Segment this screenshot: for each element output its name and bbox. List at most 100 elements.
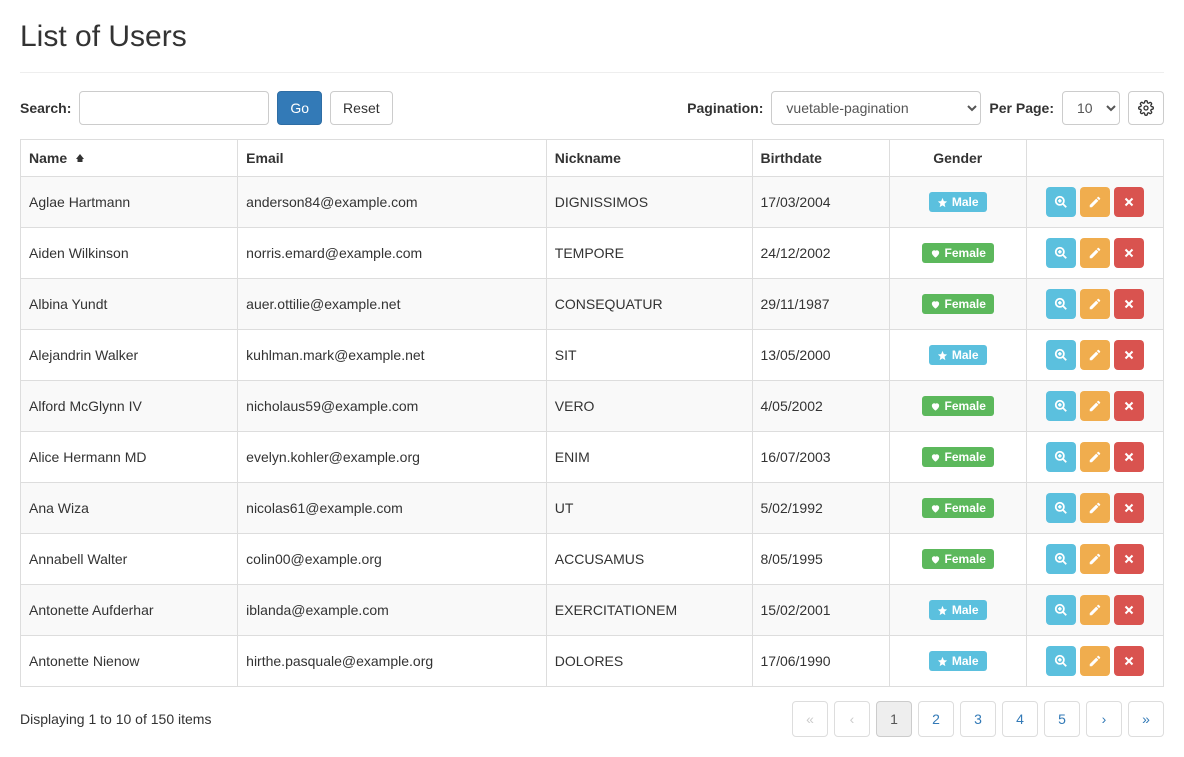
zoom-in-icon	[1054, 450, 1068, 464]
table-row: Alejandrin Walkerkuhlman.mark@example.ne…	[21, 330, 1164, 381]
cell-name: Aiden Wilkinson	[21, 228, 238, 279]
edit-button[interactable]	[1080, 544, 1110, 574]
close-icon	[1123, 349, 1135, 361]
edit-button[interactable]	[1080, 442, 1110, 472]
page-5[interactable]: 5	[1044, 701, 1080, 737]
view-button[interactable]	[1046, 289, 1076, 319]
cell-nickname: CONSEQUATUR	[546, 279, 752, 330]
view-button[interactable]	[1046, 391, 1076, 421]
delete-button[interactable]	[1114, 238, 1144, 268]
col-name[interactable]: Name	[21, 140, 238, 177]
col-gender[interactable]: Gender	[889, 140, 1026, 177]
col-birthdate[interactable]: Birthdate	[752, 140, 889, 177]
gender-text: Female	[945, 399, 986, 413]
cell-gender: Female	[889, 534, 1026, 585]
cell-name: Ana Wiza	[21, 483, 238, 534]
col-nickname[interactable]: Nickname	[546, 140, 752, 177]
edit-button[interactable]	[1080, 595, 1110, 625]
delete-button[interactable]	[1114, 442, 1144, 472]
cell-nickname: VERO	[546, 381, 752, 432]
delete-button[interactable]	[1114, 544, 1144, 574]
edit-button[interactable]	[1080, 187, 1110, 217]
cell-birthdate: 24/12/2002	[752, 228, 889, 279]
gender-badge: Female	[922, 396, 994, 416]
delete-button[interactable]	[1114, 289, 1144, 319]
edit-button[interactable]	[1080, 493, 1110, 523]
gender-text: Female	[945, 246, 986, 260]
pencil-icon	[1088, 450, 1102, 464]
col-actions	[1026, 140, 1163, 177]
cell-gender: Male	[889, 636, 1026, 687]
pencil-icon	[1088, 195, 1102, 209]
edit-button[interactable]	[1080, 391, 1110, 421]
cell-birthdate: 5/02/1992	[752, 483, 889, 534]
view-button[interactable]	[1046, 340, 1076, 370]
view-button[interactable]	[1046, 442, 1076, 472]
page-4[interactable]: 4	[1002, 701, 1038, 737]
gender-text: Female	[945, 297, 986, 311]
pencil-icon	[1088, 297, 1102, 311]
search-input[interactable]	[79, 91, 269, 125]
settings-button[interactable]	[1128, 91, 1164, 125]
reset-button[interactable]: Reset	[330, 91, 393, 125]
zoom-in-icon	[1054, 501, 1068, 515]
cell-actions	[1026, 585, 1163, 636]
gender-badge: Male	[929, 192, 987, 212]
view-button[interactable]	[1046, 493, 1076, 523]
close-icon	[1123, 400, 1135, 412]
view-button[interactable]	[1046, 187, 1076, 217]
page-first[interactable]: «	[792, 701, 828, 737]
page-1[interactable]: 1	[876, 701, 912, 737]
perpage-select[interactable]: 10	[1062, 91, 1120, 125]
edit-button[interactable]	[1080, 340, 1110, 370]
delete-button[interactable]	[1114, 493, 1144, 523]
close-icon	[1123, 247, 1135, 259]
star-icon	[937, 197, 948, 208]
gender-text: Male	[952, 348, 979, 362]
page-prev[interactable]: ‹	[834, 701, 870, 737]
cell-gender: Female	[889, 432, 1026, 483]
cell-gender: Male	[889, 177, 1026, 228]
delete-button[interactable]	[1114, 340, 1144, 370]
cell-actions	[1026, 279, 1163, 330]
table-row: Albina Yundtauer.ottilie@example.netCONS…	[21, 279, 1164, 330]
page-last[interactable]: »	[1128, 701, 1164, 737]
page-next[interactable]: ›	[1086, 701, 1122, 737]
zoom-in-icon	[1054, 399, 1068, 413]
delete-button[interactable]	[1114, 646, 1144, 676]
table-row: Aiden Wilkinsonnorris.emard@example.comT…	[21, 228, 1164, 279]
page-title: List of Users	[20, 20, 1164, 54]
table-row: Antonette Nienowhirthe.pasquale@example.…	[21, 636, 1164, 687]
cell-name: Antonette Nienow	[21, 636, 238, 687]
heart-icon	[930, 452, 941, 463]
go-button[interactable]: Go	[277, 91, 322, 125]
view-button[interactable]	[1046, 595, 1076, 625]
page-3[interactable]: 3	[960, 701, 996, 737]
gender-text: Male	[952, 195, 979, 209]
delete-button[interactable]	[1114, 391, 1144, 421]
view-button[interactable]	[1046, 544, 1076, 574]
gender-text: Female	[945, 501, 986, 515]
edit-button[interactable]	[1080, 238, 1110, 268]
delete-button[interactable]	[1114, 595, 1144, 625]
col-email[interactable]: Email	[238, 140, 547, 177]
cell-actions	[1026, 177, 1163, 228]
pencil-icon	[1088, 552, 1102, 566]
pagination-select[interactable]: vuetable-pagination	[771, 91, 981, 125]
page-2[interactable]: 2	[918, 701, 954, 737]
star-icon	[937, 605, 948, 616]
cell-name: Alford McGlynn IV	[21, 381, 238, 432]
table-row: Aglae Hartmannanderson84@example.comDIGN…	[21, 177, 1164, 228]
edit-button[interactable]	[1080, 646, 1110, 676]
edit-button[interactable]	[1080, 289, 1110, 319]
cell-email: nicolas61@example.com	[238, 483, 547, 534]
heart-icon	[930, 401, 941, 412]
view-button[interactable]	[1046, 238, 1076, 268]
cell-actions	[1026, 636, 1163, 687]
view-button[interactable]	[1046, 646, 1076, 676]
delete-button[interactable]	[1114, 187, 1144, 217]
close-icon	[1123, 196, 1135, 208]
cell-name: Albina Yundt	[21, 279, 238, 330]
close-icon	[1123, 553, 1135, 565]
gear-icon	[1138, 100, 1154, 116]
